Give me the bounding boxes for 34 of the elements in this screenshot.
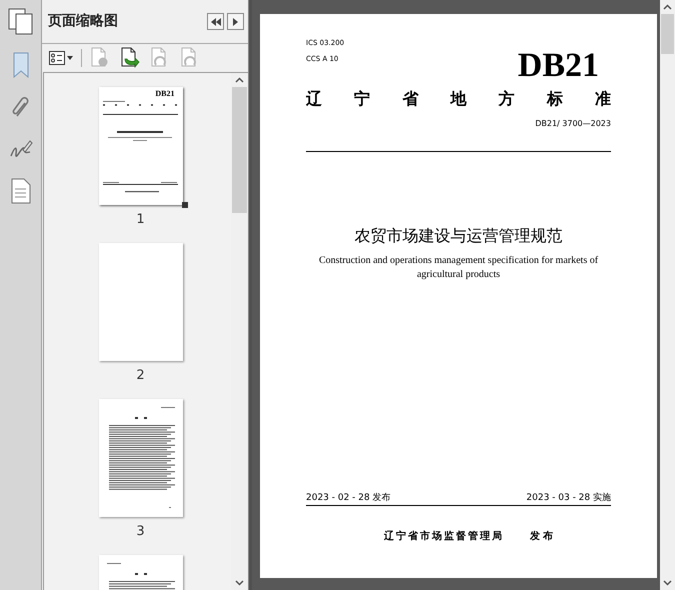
- scroll-down-icon[interactable]: [663, 580, 672, 586]
- resize-handle[interactable]: [182, 202, 188, 208]
- document-icon[interactable]: [10, 178, 30, 204]
- page-thumbnail[interactable]: [98, 243, 182, 361]
- scroll-thumb[interactable]: [232, 87, 247, 213]
- document-title: 农贸市场建设与运营管理规范: [354, 228, 562, 244]
- page-number: 1: [136, 213, 145, 226]
- page-number: 2: [136, 369, 145, 382]
- publisher: 辽宁省市场监督管理局: [384, 532, 504, 542]
- standard-number: DB21/ 3700—2023: [535, 120, 611, 128]
- page-thumbnail[interactable]: DB21: [98, 87, 182, 205]
- page-thumbnail[interactable]: [98, 399, 182, 517]
- scroll-up-icon[interactable]: [235, 77, 244, 83]
- signature-icon[interactable]: [8, 138, 32, 160]
- standard-category: 辽宁省地方标准: [306, 91, 611, 107]
- collapse-button[interactable]: [207, 13, 224, 30]
- effective-date: 2023 - 03 - 28 实施: [526, 494, 611, 503]
- scroll-up-icon[interactable]: [663, 4, 672, 10]
- pages-icon[interactable]: [8, 8, 34, 36]
- scroll-down-icon[interactable]: [235, 580, 244, 586]
- right-arrow-icon: [233, 18, 238, 26]
- page-arrow-icon: [119, 47, 141, 69]
- caret-icon: [67, 56, 73, 60]
- thumbnail-heading: DB21: [155, 90, 174, 98]
- list-icon: [49, 51, 65, 65]
- english-title: Construction and operations management specification for markets of agricultural products: [318, 254, 600, 282]
- page-number: 3: [136, 525, 145, 538]
- standard-code: DB21: [518, 49, 599, 83]
- expand-button[interactable]: [227, 13, 244, 30]
- panel-title: 页面缩略图: [48, 12, 118, 31]
- double-left-arrow-icon: [210, 18, 220, 26]
- issue-date: 2023 - 02 - 28 发布: [306, 494, 391, 503]
- scroll-thumb[interactable]: [661, 14, 674, 54]
- publish-label: 发 布: [530, 532, 554, 542]
